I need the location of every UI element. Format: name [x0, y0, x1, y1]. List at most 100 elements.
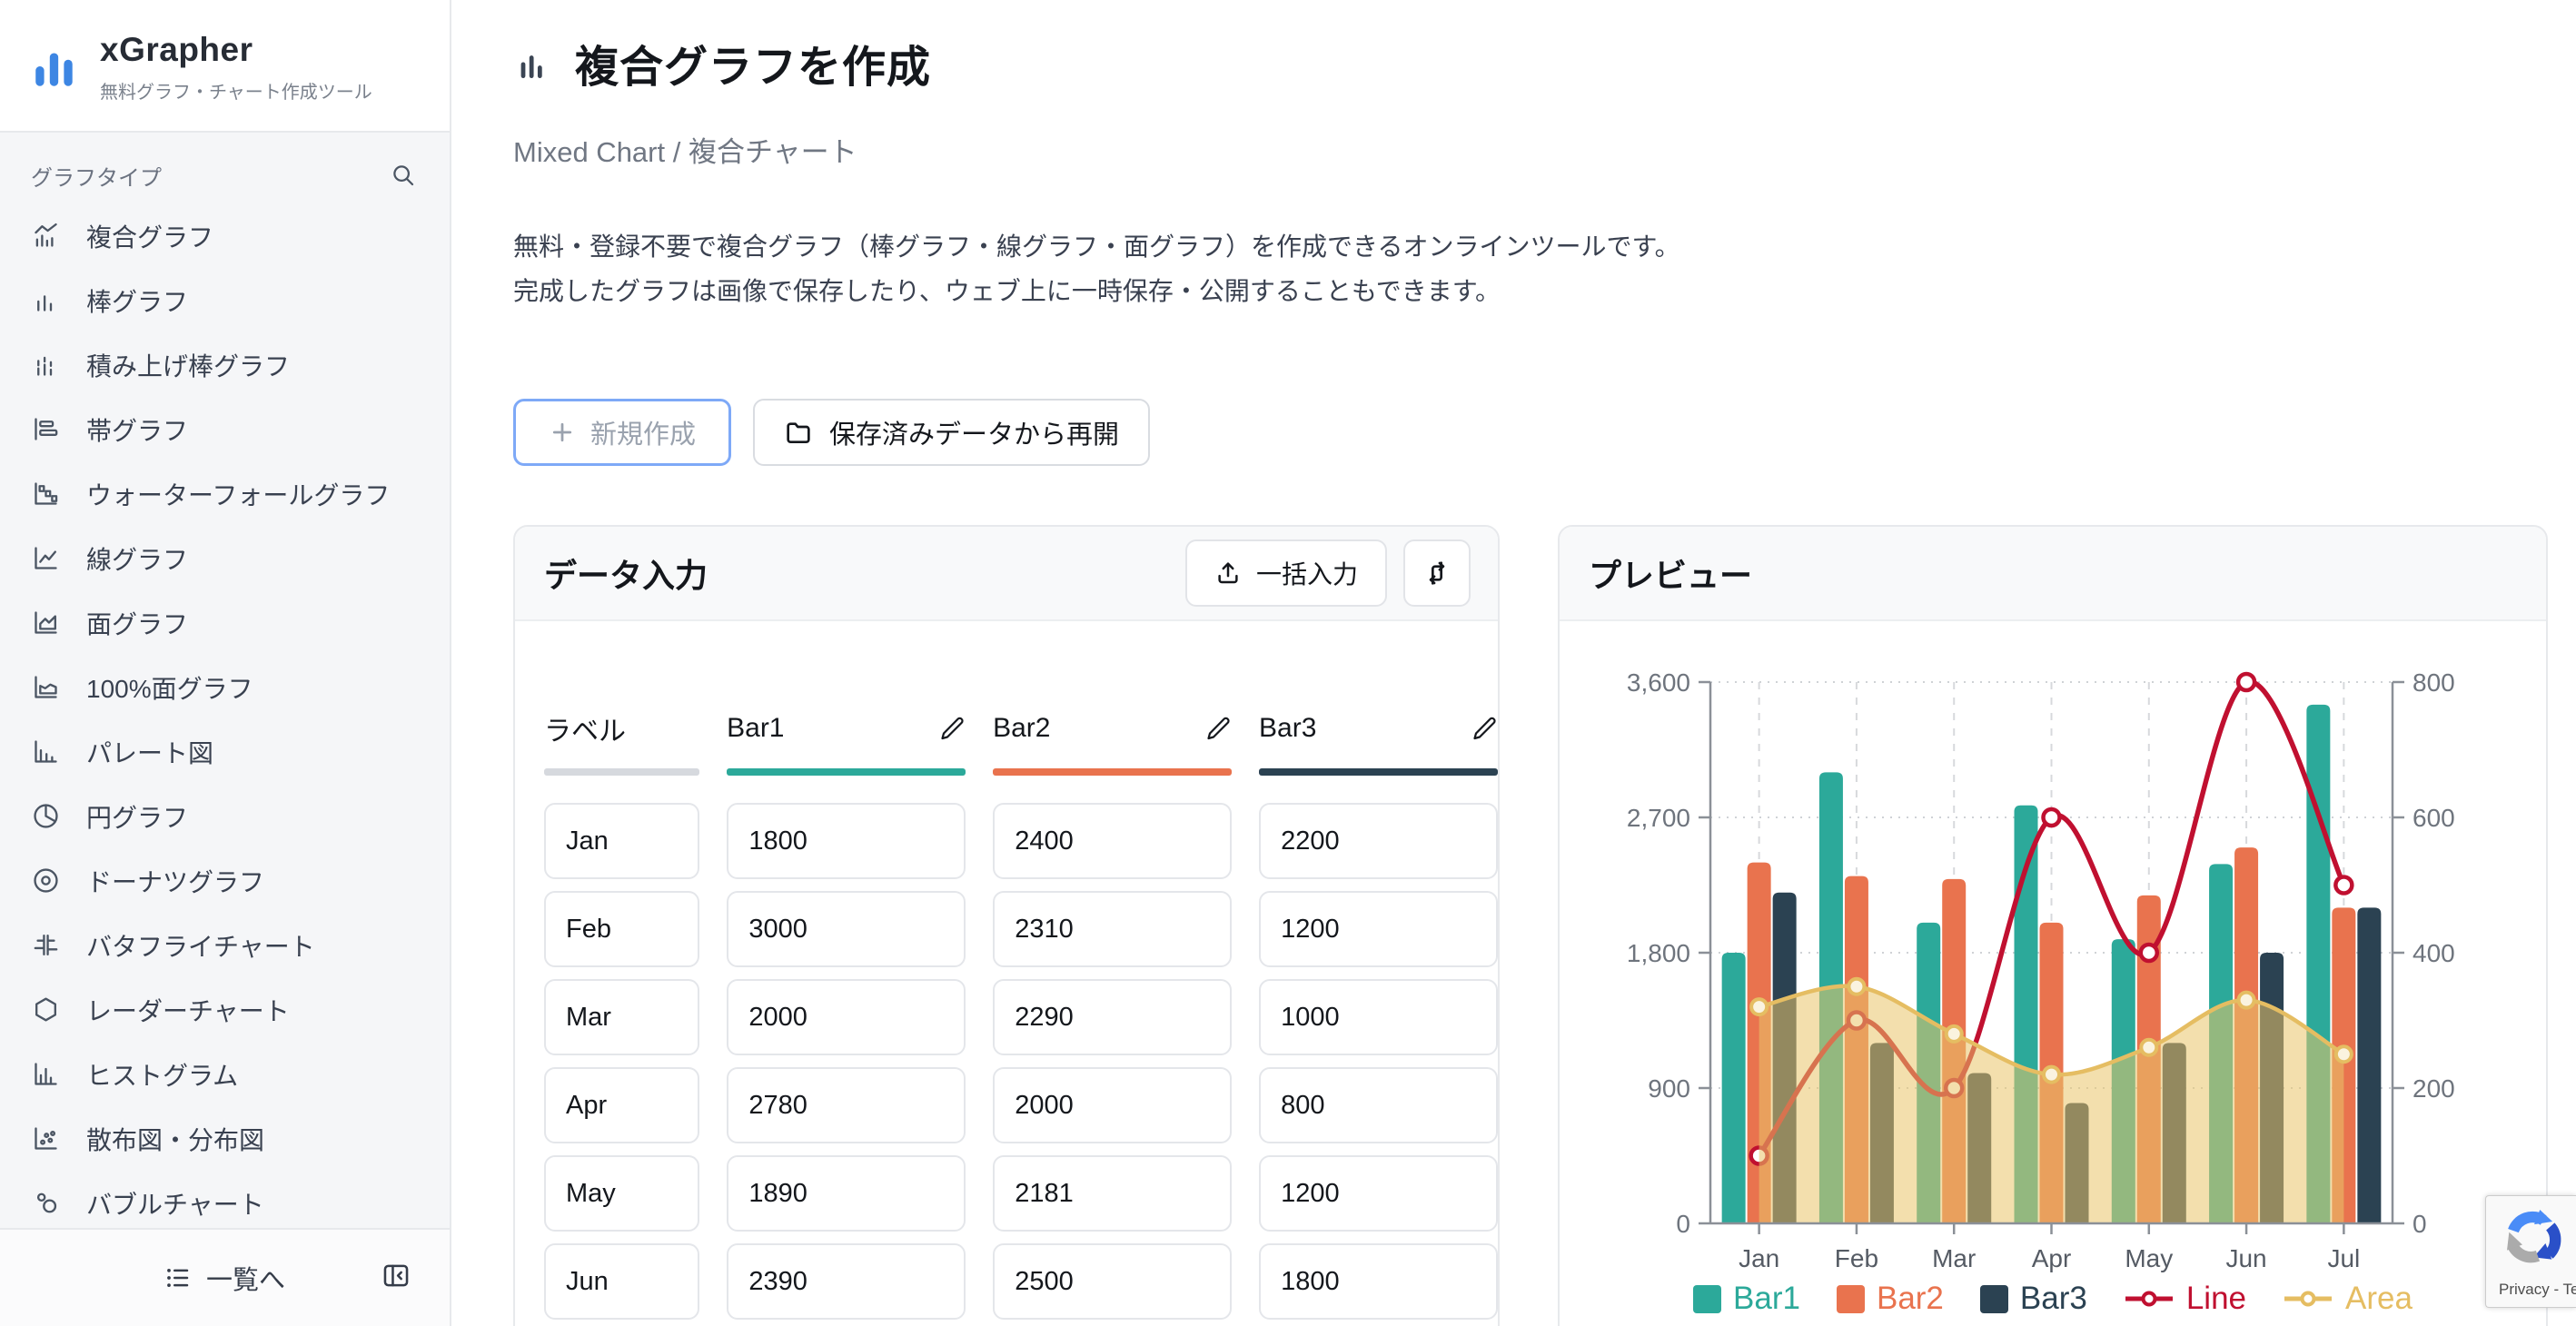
- main-content: 複合グラフを作成 Mixed Chart / 複合チャート 無料・登録不要で複合…: [451, 0, 2576, 1326]
- bulk-input-button[interactable]: 一括入力: [1185, 539, 1387, 607]
- value-input[interactable]: 2500: [993, 1243, 1232, 1320]
- sidebar-item-label: バタフライチャート: [86, 927, 315, 964]
- sidebar-item-label: ドーナツグラフ: [86, 863, 264, 899]
- value-input[interactable]: 2780: [727, 1067, 966, 1143]
- folder-icon: [784, 418, 813, 447]
- sidebar-item-butterfly-chart[interactable]: バタフライチャート: [29, 913, 419, 977]
- collapse-sidebar-button[interactable]: [381, 1261, 411, 1296]
- sidebar-item-area-100-chart[interactable]: 100%面グラフ: [29, 655, 419, 719]
- value-input[interactable]: 2290: [993, 979, 1232, 1055]
- sidebar-item-donut-chart[interactable]: ドーナツグラフ: [29, 848, 419, 913]
- logo[interactable]: xGrapher 無料グラフ・チャート作成ツール: [0, 0, 450, 131]
- legend-item-bar2[interactable]: Bar2: [1837, 1281, 1944, 1317]
- column-label: Bar2: [993, 713, 1050, 744]
- sidebar-item-area-chart[interactable]: 面グラフ: [29, 590, 419, 655]
- chart-legend: Bar1 Bar2 Bar3 Line Area: [1560, 1281, 2546, 1317]
- legend-item-line[interactable]: Line: [2124, 1281, 2246, 1317]
- sidebar-item-label: 積み上げ棒グラフ: [86, 347, 290, 383]
- sidebar-item-histogram-chart[interactable]: ヒストグラム: [29, 1042, 419, 1106]
- legend-item-bar1[interactable]: Bar1: [1693, 1281, 1800, 1317]
- value-input[interactable]: 1200: [1259, 1155, 1498, 1232]
- legend-line-marker: [2283, 1289, 2333, 1309]
- data-panel-title: データ入力: [544, 549, 708, 597]
- search-icon[interactable]: [390, 162, 417, 189]
- bubble-chart-icon: [31, 1188, 61, 1218]
- value-input[interactable]: 2000: [727, 979, 966, 1055]
- sidebar-item-stacked-bar-chart[interactable]: 積み上げ棒グラフ: [29, 332, 419, 397]
- column-label: ラベル: [544, 708, 626, 748]
- sidebar-item-waterfall-chart[interactable]: ウォーターフォールグラフ: [29, 461, 419, 526]
- to-list-link[interactable]: 一覧へ: [164, 1259, 285, 1297]
- data-input-panel: データ入力 一括入力: [513, 525, 1500, 1326]
- svg-text:2,700: 2,700: [1627, 804, 1690, 832]
- value-input[interactable]: 1200: [1259, 891, 1498, 967]
- chart-area: 09001,8002,7003,6000200400600800JanFebMa…: [1560, 621, 2546, 1326]
- edit-series-icon[interactable]: [1204, 715, 1232, 742]
- sidebar-item-radar-chart[interactable]: レーダーチャート: [29, 977, 419, 1042]
- svg-text:Mar: Mar: [1932, 1244, 1976, 1272]
- value-input[interactable]: 1000: [1259, 979, 1498, 1055]
- label-input[interactable]: Feb: [544, 891, 699, 967]
- line-chart-icon: [31, 543, 61, 573]
- waterfall-chart-icon: [31, 479, 61, 509]
- sidebar-item-scatter-chart[interactable]: 散布図・分布図: [29, 1106, 419, 1171]
- swap-axes-icon: [1422, 559, 1451, 588]
- sidebar-item-pareto-chart[interactable]: パレート図: [29, 719, 419, 784]
- legend-label: Bar1: [1733, 1281, 1800, 1317]
- sidebar-item-pie-chart[interactable]: 円グラフ: [29, 784, 419, 848]
- sidebar: xGrapher 無料グラフ・チャート作成ツール グラフタイプ 複合グラフ棒グラ…: [0, 0, 451, 1326]
- svg-text:Apr: Apr: [2032, 1244, 2072, 1272]
- sidebar-item-combo-chart[interactable]: 複合グラフ: [29, 203, 419, 268]
- sidebar-item-line-chart[interactable]: 線グラフ: [29, 526, 419, 590]
- label-input[interactable]: May: [544, 1155, 699, 1232]
- column-label: Bar3: [1259, 713, 1316, 744]
- edit-series-icon[interactable]: [1471, 715, 1498, 742]
- bar-chart-icon: [31, 285, 61, 315]
- transpose-button[interactable]: [1403, 539, 1471, 607]
- legend-label: Bar2: [1877, 1281, 1944, 1317]
- value-input[interactable]: 2181: [993, 1155, 1232, 1232]
- value-input[interactable]: 2000: [993, 1067, 1232, 1143]
- value-input[interactable]: 1890: [727, 1155, 966, 1232]
- data-table: ラベルBar1Bar2Bar3Jan180024002200Feb3000231…: [515, 621, 1498, 1326]
- edit-series-icon[interactable]: [938, 715, 966, 742]
- svg-text:1,800: 1,800: [1627, 939, 1690, 967]
- value-input[interactable]: 2390: [727, 1243, 966, 1320]
- svg-text:200: 200: [2413, 1074, 2455, 1103]
- stacked-bar-chart-icon: [31, 350, 61, 380]
- table-row: Mar 2000 2290 1000: [544, 979, 1498, 1055]
- histogram-chart-icon: [31, 1059, 61, 1089]
- sidebar-item-label: 100%面グラフ: [86, 669, 253, 706]
- legend-item-area[interactable]: Area: [2283, 1281, 2413, 1317]
- sidebar-item-band-chart[interactable]: 帯グラフ: [29, 397, 419, 461]
- legend-item-bar3[interactable]: Bar3: [1980, 1281, 2087, 1317]
- label-input[interactable]: Jun: [544, 1243, 699, 1320]
- recaptcha-privacy-terms[interactable]: Privacy - Term: [2499, 1281, 2576, 1299]
- value-input[interactable]: 2310: [993, 891, 1232, 967]
- logo-subtitle: 無料グラフ・チャート作成ツール: [100, 77, 372, 104]
- bulk-input-label: 一括入力: [1256, 555, 1358, 591]
- value-input[interactable]: 1800: [1259, 1243, 1498, 1320]
- column-color-bar: [727, 768, 966, 776]
- recaptcha-badge[interactable]: Privacy - Term: [2485, 1195, 2576, 1308]
- label-input[interactable]: Apr: [544, 1067, 699, 1143]
- column-color-bar: [993, 768, 1232, 776]
- resume-button[interactable]: 保存済みデータから再開: [753, 399, 1150, 466]
- value-input[interactable]: 800: [1259, 1067, 1498, 1143]
- page-head: 複合グラフを作成: [513, 31, 2576, 94]
- butterfly-chart-icon: [31, 930, 61, 960]
- new-button[interactable]: 新規作成: [513, 399, 731, 466]
- value-input[interactable]: 2400: [993, 803, 1232, 879]
- label-input[interactable]: Mar: [544, 979, 699, 1055]
- plus-icon: [549, 419, 576, 446]
- svg-text:May: May: [2125, 1244, 2173, 1272]
- sidebar-item-bubble-chart[interactable]: バブルチャート: [29, 1171, 419, 1228]
- page-description: 無料・登録不要で複合グラフ（棒グラフ・線グラフ・面グラフ）を作成できるオンライン…: [513, 224, 2576, 313]
- label-input[interactable]: Jan: [544, 803, 699, 879]
- svg-text:3,600: 3,600: [1627, 668, 1690, 697]
- value-input[interactable]: 2200: [1259, 803, 1498, 879]
- value-input[interactable]: 1800: [727, 803, 966, 879]
- sidebar-item-bar-chart[interactable]: 棒グラフ: [29, 268, 419, 332]
- upload-icon: [1214, 559, 1242, 587]
- value-input[interactable]: 3000: [727, 891, 966, 967]
